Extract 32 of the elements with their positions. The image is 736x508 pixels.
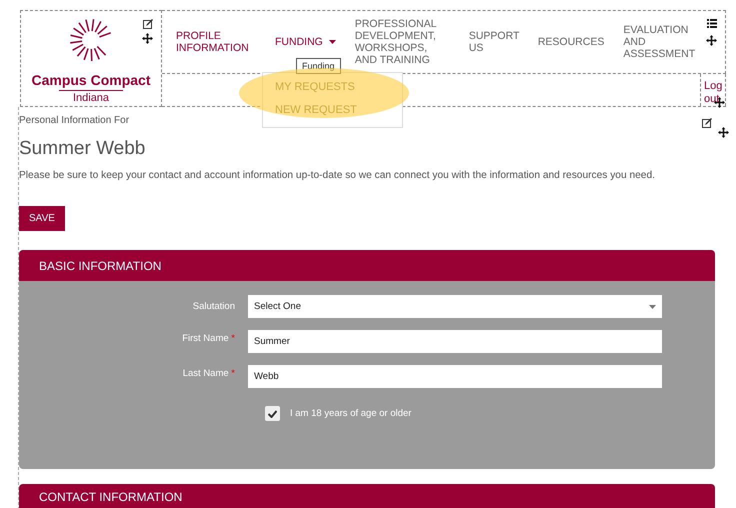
logo-subtitle: Indiana	[58, 90, 124, 104]
check-icon	[268, 410, 277, 418]
select-field[interactable]: Select One	[248, 295, 662, 318]
move-icon[interactable]	[706, 35, 717, 46]
section-header: CONTACT INFORMATION	[19, 484, 715, 508]
move-icon[interactable]	[142, 33, 153, 44]
page-caption: Personal Information For	[19, 114, 130, 126]
nav-link[interactable]: PROFESSIONAL DEVELOPMENT, WORKSHOPS, AND TRAINING	[354, 18, 450, 66]
input-field[interactable]: Summer	[248, 330, 662, 353]
nav-link[interactable]: PROFILE INFORMATION	[176, 30, 256, 54]
logo-icon	[69, 18, 113, 62]
edit-icon[interactable]	[702, 118, 712, 128]
caret-icon	[649, 304, 656, 308]
field-label: Last Name *	[182, 367, 235, 379]
section-header: BASIC INFORMATION	[19, 250, 715, 281]
person-name: Summer Webb	[19, 138, 146, 160]
move-icon[interactable]	[718, 127, 729, 138]
input-field[interactable]: Webb	[248, 365, 662, 388]
nav-link[interactable]: EVALUATION AND ASSESSMENT	[623, 24, 706, 60]
nav-link[interactable]: FUNDING	[275, 36, 336, 48]
checkbox-label: I am 18 years of age or older	[290, 408, 412, 419]
nav-link[interactable]: RESOURCES	[538, 36, 604, 48]
intro-text: Please be sure to keep your contact and account information up-to-date so we can connect you with the information and resources you need.	[19, 170, 656, 181]
logo-name: Campus Compact	[31, 72, 151, 88]
save-button[interactable]: SAVE	[19, 206, 65, 231]
caret-icon	[328, 40, 336, 44]
field-label: Salutation	[192, 301, 235, 312]
checkbox[interactable]	[265, 406, 280, 421]
nav-link[interactable]: SUPPORT US	[468, 30, 519, 54]
field-label: First Name *	[181, 332, 235, 344]
list-icon[interactable]	[707, 19, 717, 28]
edit-icon[interactable]	[143, 19, 153, 29]
